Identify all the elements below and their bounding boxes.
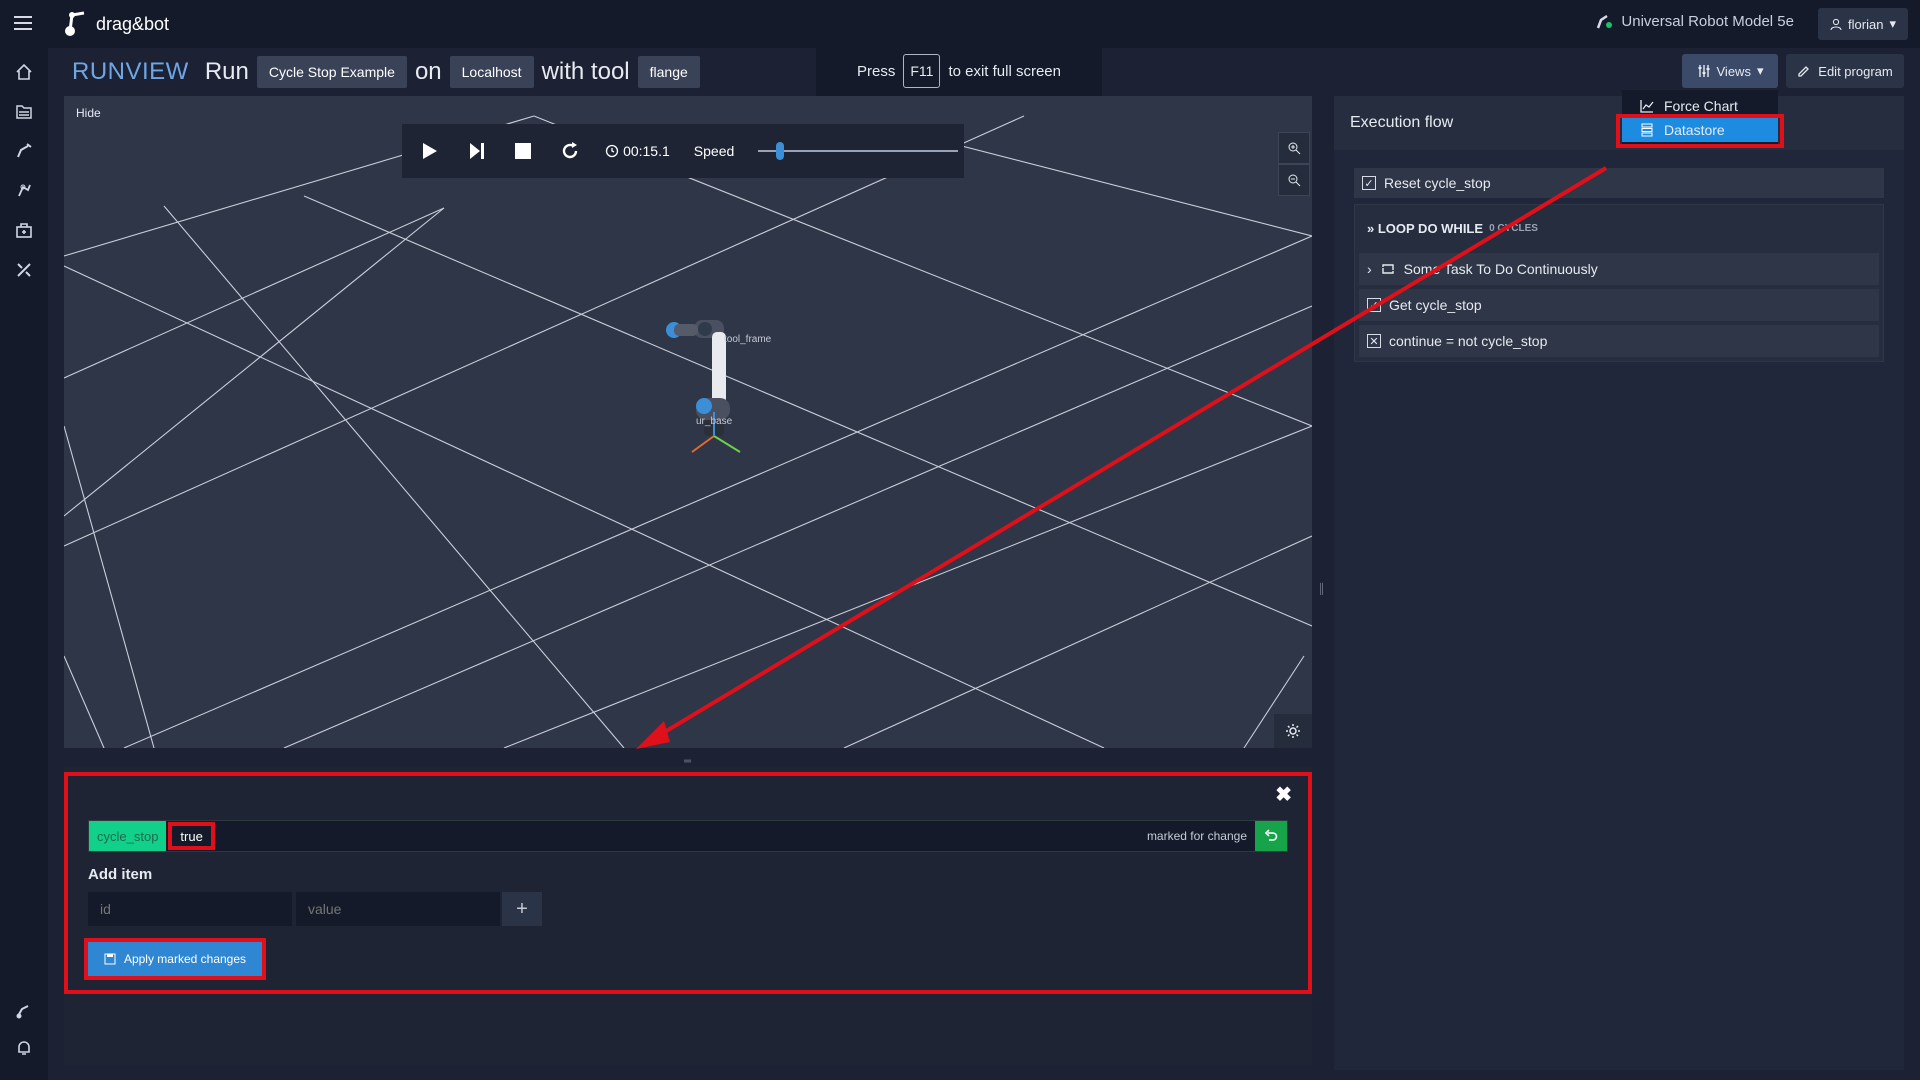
playback-controls: 00:15.1 Speed (402, 124, 964, 178)
on-label: on (414, 58, 442, 85)
user-menu-button[interactable]: florian ▾ (1818, 8, 1908, 40)
loop-cycles: 0 CYCLES (1489, 222, 1538, 234)
add-item-button[interactable]: + (502, 892, 542, 926)
robot-model-label: Universal Robot Model 5e (1621, 12, 1794, 30)
with-tool-label: with tool (541, 58, 630, 85)
edit-program-button[interactable]: Edit program (1786, 54, 1904, 88)
flow-item[interactable]: › Some Task To Do Continuously (1359, 253, 1879, 285)
tool-frame-label: tool_frame (724, 334, 772, 345)
exit-fullscreen-label: to exit full screen (948, 62, 1061, 80)
remote-robot-icon[interactable] (12, 998, 36, 1022)
add-item-title: Add item (88, 866, 153, 883)
flow-item[interactable]: ✓ Reset cycle_stop (1354, 168, 1884, 198)
tool-chip[interactable]: flange (637, 56, 700, 88)
apply-label: Apply marked changes (123, 952, 247, 966)
save-icon (104, 953, 116, 965)
plus-icon: + (516, 897, 528, 920)
loop-block: » LOOP DO WHILE 0 CYCLES › Some Task To … (1354, 204, 1884, 362)
user-icon (1830, 18, 1842, 30)
sliders-icon (1698, 65, 1709, 77)
robot-arm-icon[interactable] (12, 138, 36, 162)
app-name: drag&bot (96, 13, 170, 34)
datastore-entry: cycle_stop true marked for change (88, 820, 1288, 852)
home-icon[interactable] (12, 60, 36, 84)
checkbox-x-icon: ✕ (1367, 334, 1381, 348)
logo-icon (65, 11, 85, 36)
base-frame-label: ur_base (696, 416, 733, 427)
speed-slider-handle[interactable] (776, 142, 785, 160)
run-label: Run (204, 58, 249, 85)
play-icon[interactable] (418, 139, 441, 163)
press-label: Press (857, 62, 896, 80)
checkbox-checked-icon: ✓ (1362, 176, 1376, 190)
toolbox-icon[interactable] (12, 218, 36, 242)
datastore-panel: ✖ cycle_stop true marked for change Add … (64, 766, 1312, 1066)
hide-link[interactable]: Hide (76, 106, 101, 120)
run-header: RUNVIEW Run Cycle Stop Example on Localh… (72, 54, 700, 90)
clock-icon (605, 144, 619, 158)
robot-model[interactable] (652, 302, 772, 462)
execution-flow-list: ✓ Reset cycle_stop » LOOP DO WHILE 0 CYC… (1354, 168, 1884, 366)
loop-header[interactable]: » LOOP DO WHILE 0 CYCLES (1359, 211, 1879, 245)
skills-icon[interactable] (12, 178, 36, 202)
robot-model-indicator[interactable]: Universal Robot Model 5e (1595, 12, 1794, 30)
run-timer: 00:15.1 (605, 143, 670, 159)
checkbox-checked-icon: ✓ (1367, 298, 1381, 312)
page-title: RUNVIEW (72, 58, 189, 85)
flow-item[interactable]: ✕ continue = not cycle_stop (1359, 325, 1879, 357)
bell-icon[interactable] (12, 1036, 36, 1060)
tools-icon[interactable] (12, 258, 36, 282)
caret-down-icon: ▾ (1889, 16, 1896, 31)
flow-item-label: continue = not cycle_stop (1389, 333, 1548, 349)
sidebar (0, 48, 48, 1080)
menu-item-label: Force Chart (1664, 98, 1738, 114)
robot-3d-viewport[interactable]: Hide 00:15.1 Speed tool_frame ur_base (64, 96, 1312, 748)
speed-track (758, 150, 959, 152)
flow-item-label: Some Task To Do Continuously (1403, 261, 1598, 277)
robot-arm-icon (1597, 14, 1613, 29)
chevron-right-icon[interactable]: › (1367, 261, 1372, 277)
loop-icon (1381, 264, 1394, 274)
entry-value[interactable]: true (168, 822, 215, 850)
zoom-out-icon[interactable] (1278, 164, 1310, 196)
flow-item[interactable]: ✓ Get cycle_stop (1359, 289, 1879, 321)
caret-down-icon: ▾ (1756, 63, 1764, 78)
close-icon[interactable]: ✖ (1275, 782, 1292, 807)
views-label: Views (1716, 63, 1751, 79)
user-name: florian (1848, 16, 1884, 32)
flow-item-label: Get cycle_stop (1389, 297, 1482, 313)
host-chip[interactable]: Localhost (449, 56, 534, 88)
program-chip[interactable]: Cycle Stop Example (256, 56, 407, 88)
speed-label: Speed (693, 143, 735, 159)
vertical-resize-handle[interactable]: ║ (1318, 584, 1325, 595)
execution-flow-panel: Execution flow ✓ Reset cycle_stop » LOOP… (1334, 96, 1904, 1070)
loop-title: » LOOP DO WHILE (1367, 220, 1484, 236)
zoom-in-icon[interactable] (1278, 132, 1310, 164)
id-input[interactable] (88, 892, 292, 926)
datastore-menu-highlight (1616, 114, 1784, 148)
app-logo[interactable]: drag&bot (62, 8, 169, 40)
menu-icon[interactable] (14, 14, 34, 32)
chart-icon (1640, 100, 1654, 113)
programs-icon[interactable] (12, 100, 36, 124)
edit-program-label: Edit program (1818, 63, 1893, 79)
restart-icon[interactable] (558, 139, 581, 163)
step-forward-icon[interactable] (465, 139, 488, 163)
value-input[interactable] (296, 892, 500, 926)
timer-value: 00:15.1 (623, 143, 670, 159)
views-button[interactable]: Views ▾ (1682, 54, 1778, 88)
speed-slider[interactable] (758, 141, 959, 161)
top-bar: drag&bot Universal Robot Model 5e floria… (0, 0, 1920, 48)
undo-icon[interactable] (1255, 821, 1287, 851)
pencil-icon (1798, 65, 1810, 77)
flow-item-label: Reset cycle_stop (1384, 175, 1491, 191)
fullscreen-banner: Press F11 to exit full screen (816, 46, 1102, 96)
viewport-settings-icon[interactable] (1274, 714, 1312, 748)
execution-flow-title: Execution flow (1350, 114, 1454, 131)
f11-key: F11 (903, 54, 941, 88)
entry-key: cycle_stop (89, 821, 167, 851)
stop-icon[interactable] (512, 139, 535, 163)
apply-changes-button[interactable]: Apply marked changes (84, 938, 266, 980)
entry-status: marked for change (1146, 829, 1247, 843)
